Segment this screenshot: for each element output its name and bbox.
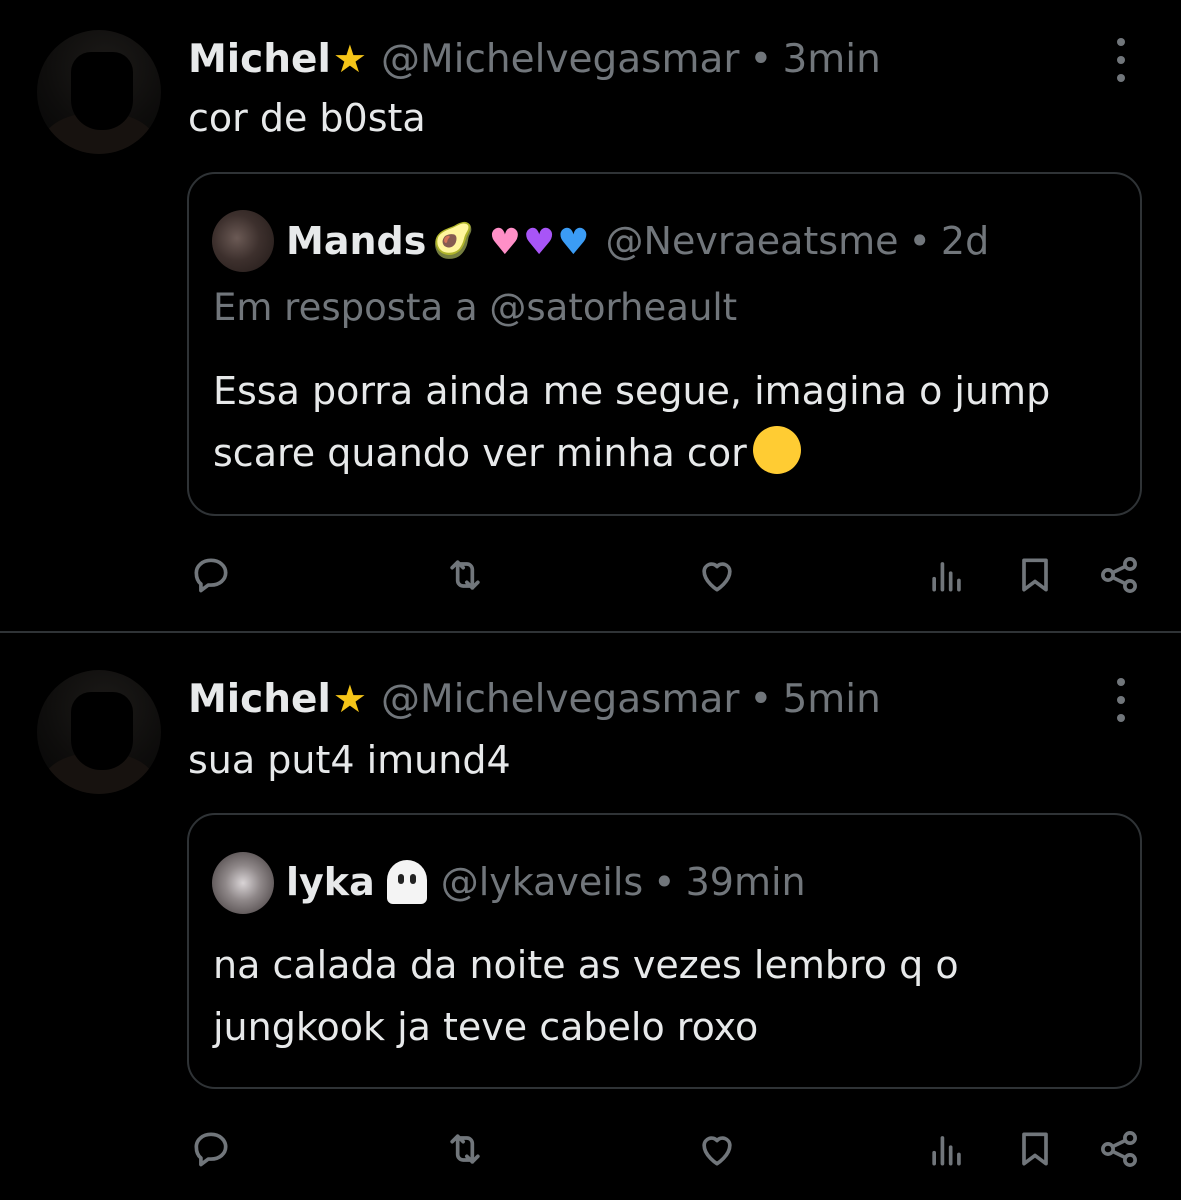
tweet[interactable]: Michel ★ @Michelvegasmar • 3min cor de b…: [0, 0, 1181, 632]
avatar[interactable]: [37, 30, 161, 154]
separator: •: [653, 860, 676, 904]
more-options-icon[interactable]: [1108, 678, 1134, 722]
quote-timestamp[interactable]: 39min: [686, 860, 806, 904]
views-icon[interactable]: [922, 550, 972, 600]
reply-context[interactable]: Em resposta a @satorheault: [213, 286, 737, 329]
quote-author-handle[interactable]: @lykaveils: [441, 860, 643, 904]
share-icon[interactable]: [1094, 550, 1144, 600]
purple-heart-icon: ♥: [522, 222, 556, 263]
author-handle[interactable]: @Michelvegasmar: [381, 37, 739, 82]
action-bar: [0, 1124, 1181, 1174]
hearts-emoji-group: ♥♥♥: [489, 219, 592, 263]
quoted-tweet[interactable]: lyka @lykaveils • 39min na calada da noi…: [187, 813, 1142, 1089]
retweet-icon[interactable]: [440, 1124, 490, 1174]
avatar-mask: [71, 692, 133, 770]
like-icon[interactable]: [692, 1124, 742, 1174]
views-icon[interactable]: [922, 1124, 972, 1174]
quote-header: lyka @lykaveils • 39min: [286, 852, 806, 912]
separator: •: [908, 219, 931, 263]
retweet-icon[interactable]: [440, 550, 490, 600]
bookmark-icon[interactable]: [1010, 1124, 1060, 1174]
quote-avatar[interactable]: [212, 852, 274, 914]
reply-icon[interactable]: [186, 550, 236, 600]
quote-text-content: Essa porra ainda me segue, imagina o jum…: [213, 369, 1051, 475]
tweet-text: cor de b0sta: [188, 96, 426, 140]
more-options-icon[interactable]: [1108, 38, 1134, 82]
bookmark-icon[interactable]: [1010, 550, 1060, 600]
avocado-icon: 🥑: [432, 221, 475, 261]
action-bar: [0, 550, 1181, 600]
pink-heart-icon: ♥: [488, 222, 521, 263]
timestamp[interactable]: 5min: [782, 677, 880, 722]
tweet-header: Michel ★ @Michelvegasmar • 3min: [188, 34, 881, 84]
quote-author-name[interactable]: Mands: [286, 219, 426, 263]
like-icon[interactable]: [692, 550, 742, 600]
tweet-header: Michel ★ @Michelvegasmar • 5min: [188, 674, 881, 724]
ghost-icon: [386, 860, 427, 904]
tweet-divider: [0, 631, 1181, 633]
quote-text: Essa porra ainda me segue, imagina o jum…: [213, 360, 1123, 484]
tweet-text: sua put4 imund4: [188, 738, 511, 782]
reply-icon[interactable]: [186, 1124, 236, 1174]
tweet[interactable]: Michel ★ @Michelvegasmar • 5min sua put4…: [0, 634, 1181, 1200]
quote-avatar[interactable]: [212, 210, 274, 272]
author-name[interactable]: Michel: [188, 677, 331, 722]
share-icon[interactable]: [1094, 1124, 1144, 1174]
quote-author-name[interactable]: lyka: [286, 860, 375, 904]
quoted-tweet[interactable]: Mands 🥑 ♥♥♥ @Nevraeatsme • 2d Em respost…: [187, 172, 1142, 516]
quote-timestamp[interactable]: 2d: [941, 219, 989, 263]
timestamp[interactable]: 3min: [782, 37, 880, 82]
star-icon: ★: [332, 677, 367, 721]
quote-header: Mands 🥑 ♥♥♥ @Nevraeatsme • 2d: [286, 211, 989, 271]
heart-eyes-emoji-icon: [752, 426, 801, 474]
blue-heart-icon: ♥: [557, 222, 590, 263]
quote-text: na calada da noite as vezes lembro q o j…: [213, 943, 959, 1049]
quote-author-handle[interactable]: @Nevraeatsme: [606, 219, 899, 263]
avatar-mask: [71, 52, 133, 130]
separator: •: [749, 36, 773, 82]
avatar[interactable]: [37, 670, 161, 794]
separator: •: [749, 676, 773, 722]
author-name[interactable]: Michel: [188, 37, 331, 82]
star-icon: ★: [332, 37, 367, 81]
author-handle[interactable]: @Michelvegasmar: [381, 677, 739, 722]
